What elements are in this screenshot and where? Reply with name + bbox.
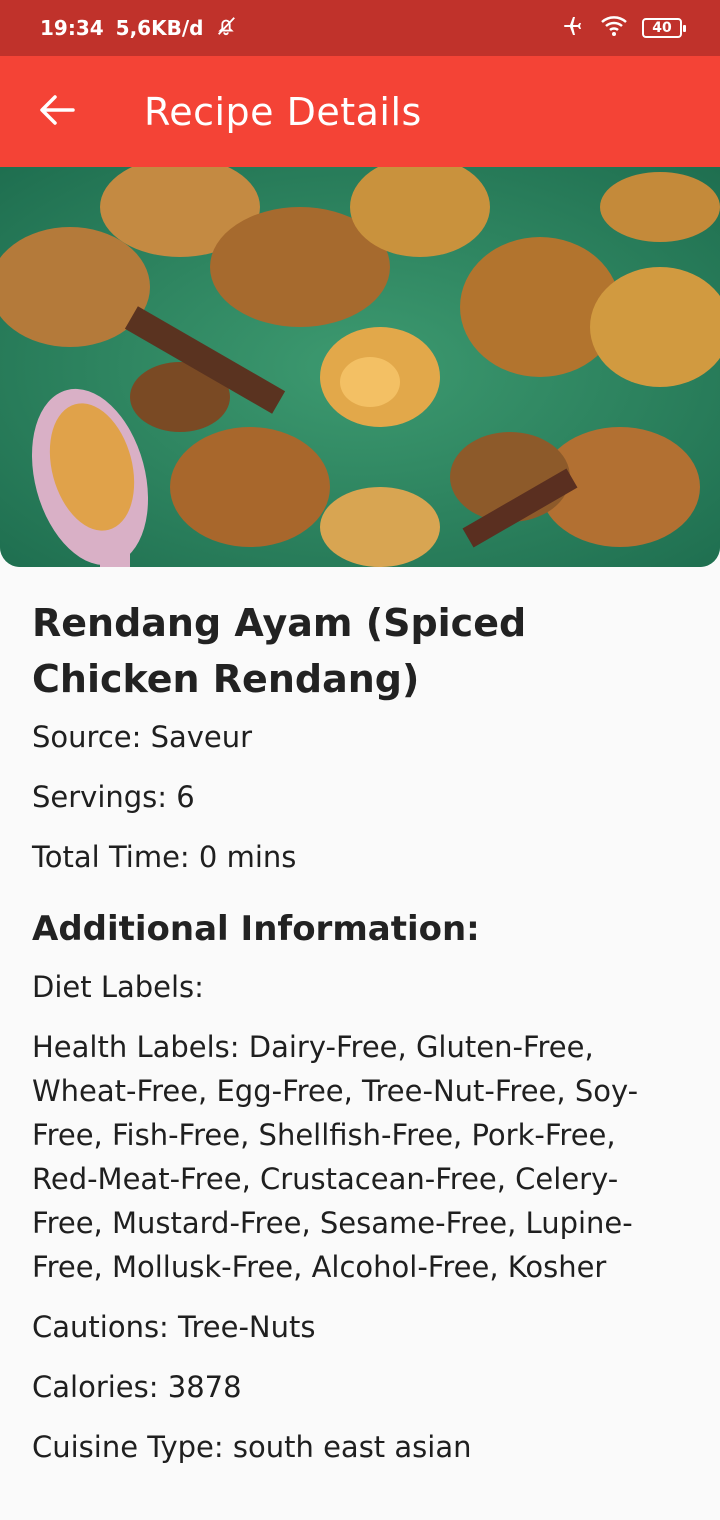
recipe-total-time: Total Time: 0 mins <box>32 840 297 874</box>
arrow-left-icon <box>39 94 75 130</box>
health-labels: Health Labels: Dairy-Free, Gluten-Free, … <box>32 1030 639 1284</box>
diet-labels: Diet Labels: <box>32 970 204 1004</box>
back-button[interactable] <box>22 77 92 147</box>
recipe-details: Rendang Ayam (Spiced Chicken Rendang) So… <box>32 595 682 1485</box>
calories: Calories: 3878 <box>32 1370 242 1404</box>
app-bar: Recipe Details <box>0 56 720 167</box>
status-left: 19:34 5,6KB/d <box>40 15 237 42</box>
airplane-icon <box>560 14 586 42</box>
additional-info-heading: Additional Information: <box>32 909 480 949</box>
cautions: Cautions: Tree-Nuts <box>32 1310 316 1344</box>
battery-icon: 40 <box>642 18 686 38</box>
status-bar: 19:34 5,6KB/d 40 <box>0 0 720 56</box>
cuisine-type: Cuisine Type: south east asian <box>32 1430 472 1464</box>
recipe-title: Rendang Ayam (Spiced Chicken Rendang) <box>32 601 527 701</box>
recipe-servings: Servings: 6 <box>32 780 195 814</box>
status-speed: 5,6KB/d <box>115 16 204 40</box>
status-time: 19:34 <box>40 16 104 40</box>
page-title: Recipe Details <box>144 89 422 134</box>
status-right: 40 <box>560 14 686 42</box>
recipe-source: Source: Saveur <box>32 720 253 754</box>
mute-icon <box>215 15 237 42</box>
recipe-image <box>0 167 720 567</box>
wifi-icon <box>600 14 628 42</box>
